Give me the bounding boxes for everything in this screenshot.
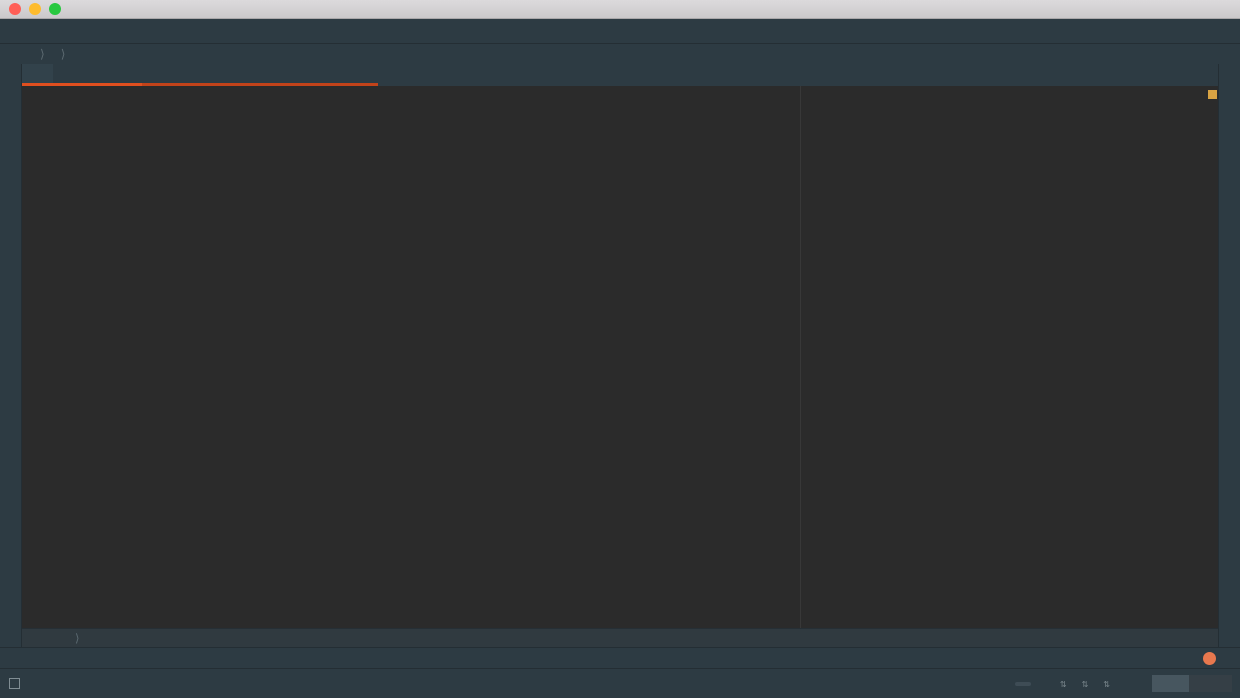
editor-breadcrumb-bar: ⟩ <box>22 628 1222 647</box>
status-bar: ⇅ ⇅ ⇅ <box>0 668 1240 698</box>
titlebar <box>0 0 1240 19</box>
code-editor[interactable] <box>22 86 1222 628</box>
minimize-window-button[interactable] <box>29 3 41 15</box>
git-branch-selector[interactable]: ⇅ <box>1102 678 1110 690</box>
sidebar-item-project[interactable] <box>0 70 22 74</box>
inspection-status-square[interactable] <box>1208 90 1217 99</box>
navigation-breadcrumb: ⟩ ⟩ <box>0 44 1240 64</box>
chevron-right-icon: ⟩ <box>75 633 80 645</box>
chevron-right-icon: ⟩ <box>60 47 66 61</box>
sidebar-item-weex-documents[interactable] <box>1219 76 1240 80</box>
editor-tab-bar <box>20 64 1222 86</box>
right-margin-guide <box>800 86 801 628</box>
ide-window: ⟩ ⟩ ⟩ ⇅ ⇅ ⇅ <box>0 0 1240 698</box>
event-log-badge <box>1203 651 1216 665</box>
main-toolbar <box>0 19 1240 44</box>
memory-usage-fill <box>1152 675 1189 692</box>
encoding-selector[interactable]: ⇅ <box>1081 678 1089 690</box>
chevron-right-icon: ⟩ <box>40 47 45 61</box>
hide-tool-windows-icon[interactable] <box>9 678 20 689</box>
theme-indicator[interactable] <box>1014 681 1031 686</box>
event-log-button[interactable] <box>1203 651 1222 665</box>
line-ending-selector[interactable]: ⇅ <box>1059 678 1067 690</box>
memory-indicator[interactable] <box>1152 675 1232 692</box>
zoom-window-button[interactable] <box>49 3 61 15</box>
sidebar-item-favorites[interactable] <box>0 532 22 536</box>
right-tool-stripe <box>1218 64 1240 647</box>
left-tool-stripe <box>0 64 22 647</box>
close-window-button[interactable] <box>9 3 21 15</box>
tool-window-bar <box>0 647 1240 668</box>
sidebar-item-npm[interactable] <box>0 476 22 480</box>
sidebar-item-structure[interactable] <box>0 136 22 140</box>
